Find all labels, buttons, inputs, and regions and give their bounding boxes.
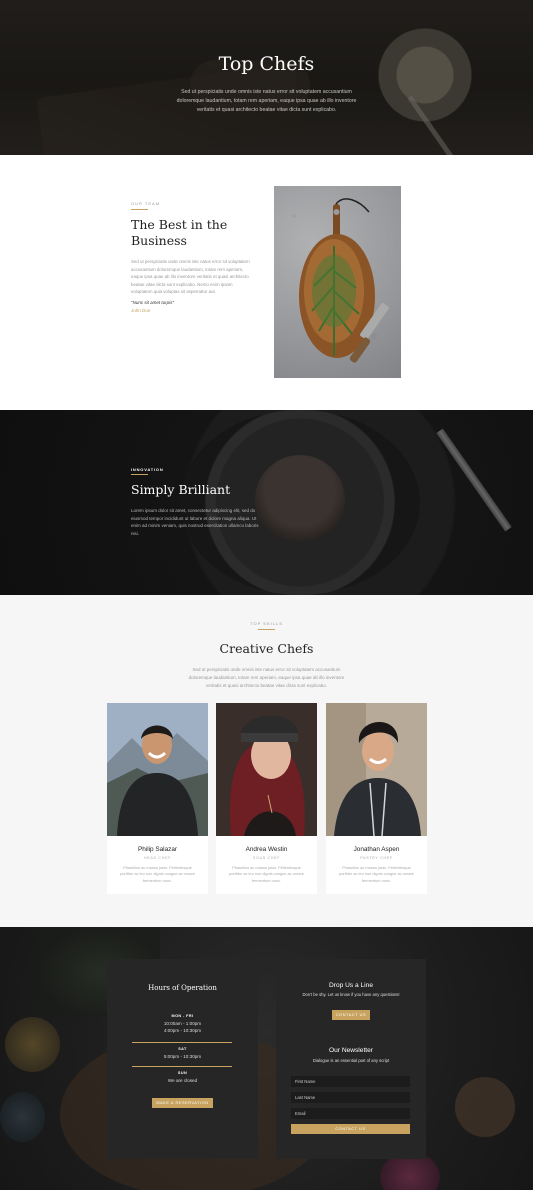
- chef-role: HEAD CHEF: [143, 856, 172, 860]
- creative-text: Sed ut perspiciatis unde omnis iste natu…: [188, 667, 345, 688]
- chef-role: SOUS CHEF: [252, 856, 281, 860]
- footer-section: Hours of Operation MON - FRI 10:00am - 1…: [0, 927, 533, 1190]
- hours-time-saturday: 5:00pm - 10:30pm: [163, 1054, 202, 1059]
- knife-image: [436, 428, 512, 532]
- brilliant-divider: [131, 474, 148, 475]
- chef-description: Phasellus ac massa justo. Pellentesque p…: [339, 865, 414, 883]
- creative-title: Creative Chefs: [219, 641, 314, 656]
- chef-photo: [107, 703, 208, 836]
- chef-role: PASTRY CHEF: [360, 856, 393, 860]
- contact-us-button[interactable]: CONTACT US: [332, 1010, 370, 1020]
- make-reservation-button[interactable]: MAKE A RESERVATION: [152, 1098, 213, 1108]
- hours-closed-text: We are closed: [167, 1078, 198, 1083]
- chef-name: Philip Salazar: [137, 846, 178, 853]
- best-author: John Doe: [131, 308, 151, 313]
- cutting-board-herbs-photo: [274, 186, 401, 378]
- chef-card: Philip Salazar HEAD CHEF Phasellus ac ma…: [107, 703, 208, 894]
- hero-text: Sed ut perspiciatis unde omnis iste natu…: [176, 89, 357, 113]
- contact-panel: Drop Us a Line Don't be shy. Let us know…: [276, 959, 426, 1159]
- brilliant-title: Simply Brilliant: [131, 482, 231, 497]
- best-quote: "Nunc sit amet turpis": [131, 300, 174, 305]
- chef-description: Phasellus ac massa justo. Pellentesque p…: [229, 865, 304, 883]
- brilliant-eyebrow: INNOVATION: [131, 467, 164, 472]
- best-eyebrow: OUR TEAM: [131, 201, 161, 206]
- best-title: The Best in the Business: [131, 217, 228, 248]
- brilliant-section: INNOVATION Simply Brilliant Lorem ipsum …: [0, 410, 533, 595]
- first-name-field[interactable]: [291, 1076, 410, 1087]
- creative-section: TOP SKILLS Creative Chefs Sed ut perspic…: [0, 595, 533, 927]
- chef-card: Jonathan Aspen PASTRY CHEF Phasellus ac …: [326, 703, 427, 894]
- chef-card: Andrea Westin SOUS CHEF Phasellus ac mas…: [216, 703, 317, 894]
- contact-text: Don't be shy. Let us know if you have an…: [302, 992, 400, 997]
- email-field[interactable]: [291, 1108, 410, 1119]
- contact-title: Drop Us a Line: [329, 982, 373, 989]
- best-section: OUR TEAM The Best in the Business Sed ut…: [0, 155, 533, 410]
- hours-days-sunday: SUN: [177, 1071, 188, 1075]
- chef-name: Andrea Westin: [245, 846, 288, 853]
- best-text: Sed ut perspiciatis unde omnis iste natu…: [131, 259, 250, 295]
- hours-divider: [132, 1066, 232, 1067]
- newsletter-submit-button[interactable]: CONTACT US: [291, 1124, 410, 1134]
- chef-name: Jonathan Aspen: [353, 846, 400, 853]
- hours-divider: [132, 1042, 232, 1043]
- hero-overlay: [0, 0, 533, 155]
- creative-divider: [258, 629, 275, 630]
- hours-panel: Hours of Operation MON - FRI 10:00am - 1…: [107, 959, 258, 1159]
- hours-title: Hours of Operation: [148, 984, 217, 992]
- spice-image: [255, 455, 345, 545]
- hours-days-weekdays: MON - FRI: [171, 1014, 194, 1018]
- chef-photo: [216, 703, 317, 836]
- hero-section: Top Chefs Sed ut perspiciatis unde omnis…: [0, 0, 533, 155]
- spoon-image: [455, 1077, 515, 1137]
- brilliant-text: Lorem ipsum dolor sit amet, consectetur …: [131, 508, 259, 537]
- chef-description: Phasellus ac massa justo. Pellentesque p…: [120, 865, 195, 883]
- oil-jar-image: [5, 1017, 60, 1072]
- creative-eyebrow: TOP SKILLS: [250, 621, 283, 626]
- hours-time-dinner: 4:00pm - 10:30pm: [163, 1028, 202, 1033]
- newsletter-text: Dialogue is an essential part of any scr…: [312, 1058, 390, 1063]
- cup-image: [0, 1092, 45, 1142]
- best-divider: [131, 209, 148, 210]
- chef-photo: [326, 703, 427, 836]
- last-name-field[interactable]: [291, 1092, 410, 1103]
- hero-title: Top Chefs: [218, 53, 315, 75]
- hours-days-saturday: SAT: [178, 1047, 187, 1051]
- newsletter-title: Our Newsletter: [329, 1047, 373, 1054]
